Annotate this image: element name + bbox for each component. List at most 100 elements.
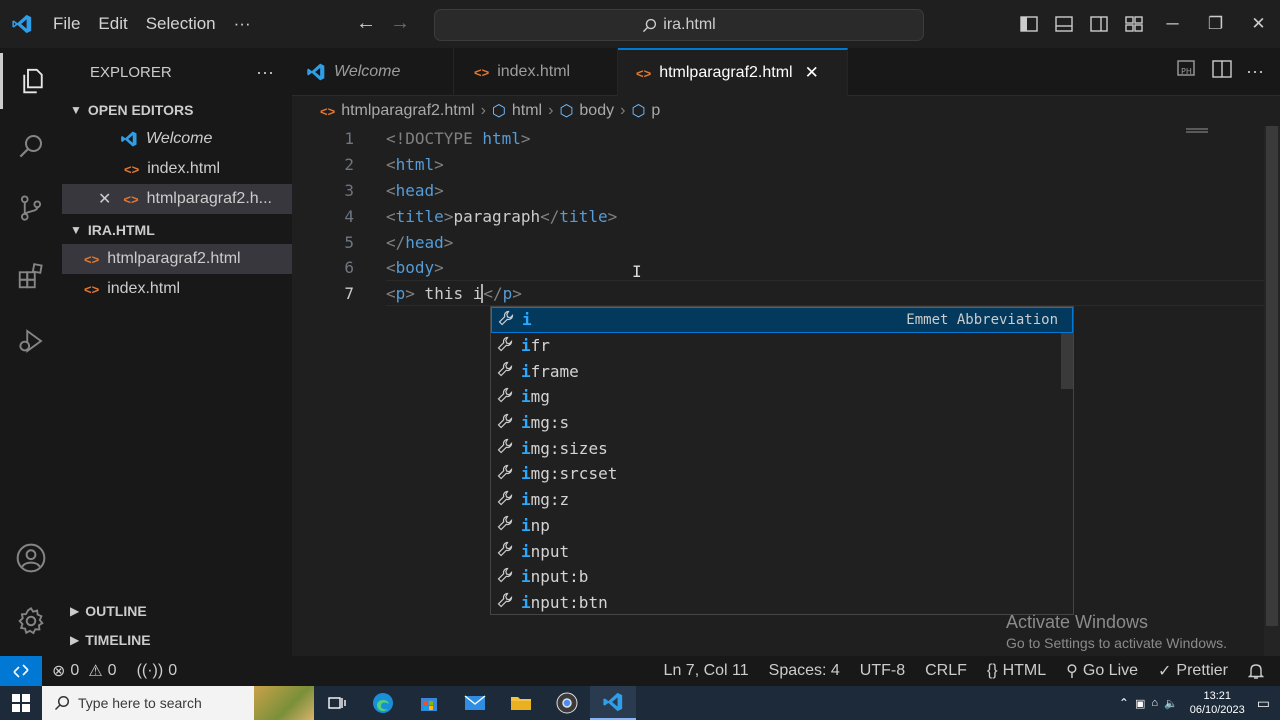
chrome-icon[interactable]	[544, 686, 590, 720]
preview-icon[interactable]: PH	[1176, 59, 1198, 84]
back-arrow-icon[interactable]: ←	[356, 12, 376, 35]
mail-icon[interactable]	[452, 686, 498, 720]
suggestion-item[interactable]: img	[491, 384, 1073, 410]
tab-htmlparagraf2[interactable]: <> htmlparagraf2.html ✕	[618, 48, 848, 96]
open-editor-welcome[interactable]: Welcome	[62, 124, 292, 154]
cube-icon: ⬡	[491, 103, 506, 120]
close-icon[interactable]: ✕	[98, 189, 111, 209]
suggestion-item[interactable]: img:s	[491, 410, 1073, 436]
run-debug-icon[interactable]	[0, 313, 62, 369]
notification-center-icon[interactable]: ▭	[1257, 695, 1270, 712]
cursor-position[interactable]: Ln 7, Col 11	[654, 662, 759, 680]
restore-button[interactable]: ❐	[1194, 14, 1237, 34]
open-editor-index[interactable]: <> index.html	[62, 154, 292, 184]
menu-edit[interactable]: Edit	[89, 0, 136, 48]
problems-indicator[interactable]: ⊗ 0 ⚠ 0	[42, 661, 127, 681]
edge-browser-icon[interactable]	[360, 686, 406, 720]
menu-file[interactable]: File	[44, 0, 89, 48]
notifications-bell-icon[interactable]	[1238, 662, 1280, 680]
suggestion-item[interactable]: iframe	[491, 358, 1073, 384]
windows-start-icon[interactable]	[0, 694, 42, 712]
folder-section[interactable]: ▼ IRA.HTML	[62, 216, 292, 244]
chevron-up-icon[interactable]: ⌃	[1119, 696, 1129, 710]
minimize-button[interactable]: ─	[1151, 14, 1194, 34]
split-editor-icon[interactable]	[1212, 60, 1232, 83]
prettier-label: Prettier	[1176, 662, 1228, 679]
language-label: HTML	[1002, 662, 1047, 679]
prettier-button[interactable]: ✓ Prettier	[1148, 661, 1238, 681]
breadcrumb-html[interactable]: html	[512, 102, 542, 120]
warning-icon: ⚠	[88, 663, 103, 680]
tab-welcome[interactable]: Welcome	[292, 48, 454, 96]
suggestion-match: i	[521, 490, 531, 510]
more-actions-icon[interactable]: ···	[1246, 61, 1264, 82]
encoding[interactable]: UTF-8	[850, 662, 915, 680]
breadcrumb-body[interactable]: body	[579, 102, 614, 120]
close-window-button[interactable]: ✕	[1237, 14, 1280, 34]
wrench-icon	[497, 541, 513, 561]
language-mode[interactable]: {} HTML	[977, 662, 1056, 680]
vscode-logo-icon	[307, 63, 325, 81]
suggestion-item[interactable]: input	[491, 538, 1073, 564]
toggle-panel-icon[interactable]	[1046, 16, 1081, 32]
code-text: <body>	[386, 258, 444, 278]
go-live-button[interactable]: ⚲ Go Live	[1056, 661, 1148, 681]
settings-gear-icon[interactable]	[0, 593, 62, 649]
taskbar-clock[interactable]: 13:21 06/10/2023	[1184, 689, 1251, 717]
meet-now-icon[interactable]: ▣	[1135, 697, 1145, 710]
suggestion-item[interactable]: i Emmet Abbreviation	[491, 307, 1073, 333]
file-explorer-icon[interactable]	[498, 686, 544, 720]
suggestion-item[interactable]: input:btn	[491, 590, 1073, 616]
code-text: <title>paragraph</title>	[386, 206, 618, 226]
taskbar-search-box[interactable]: Type here to search	[42, 686, 314, 720]
command-center-search[interactable]: ira.html	[434, 9, 924, 41]
tab-label: htmlparagraf2.html	[659, 64, 793, 81]
suggestion-item[interactable]: img:z	[491, 487, 1073, 513]
suggestion-match: i	[522, 310, 532, 330]
open-editors-section[interactable]: ▼ OPEN EDITORS	[62, 96, 292, 124]
open-editor-htmlparagraf2[interactable]: ✕ <> htmlparagraf2.h...	[62, 184, 292, 214]
menu-selection[interactable]: Selection	[137, 0, 225, 48]
menu-more[interactable]: ···	[225, 0, 260, 48]
ports-indicator[interactable]: ((·)) 0	[127, 662, 188, 680]
editor-scrollbar[interactable]	[1264, 126, 1280, 656]
outline-section[interactable]: ▶ OUTLINE	[62, 597, 147, 625]
tab-close-icon[interactable]: ✕	[805, 63, 819, 83]
vscode-taskbar-icon[interactable]	[590, 686, 636, 720]
network-icon[interactable]: ⌂	[1151, 697, 1158, 709]
forward-arrow-icon[interactable]: →	[390, 12, 410, 35]
microsoft-store-icon[interactable]	[406, 686, 452, 720]
remote-indicator-icon[interactable]	[0, 656, 42, 686]
accounts-icon[interactable]	[0, 530, 62, 586]
search-icon	[54, 695, 70, 711]
source-control-icon[interactable]	[0, 180, 62, 236]
file-htmlparagraf2[interactable]: <> htmlparagraf2.html	[62, 244, 292, 274]
volume-icon[interactable]: 🔈	[1164, 697, 1178, 710]
suggestion-item[interactable]: inp	[491, 513, 1073, 539]
file-index[interactable]: <> index.html	[62, 274, 292, 304]
explorer-more-actions[interactable]: ···	[256, 62, 274, 83]
extensions-icon[interactable]	[0, 248, 62, 304]
suggestion-item[interactable]: img:sizes	[491, 435, 1073, 461]
suggestion-match: i	[521, 541, 531, 561]
explorer-sidebar: EXPLORER ··· ▼ OPEN EDITORS Welcome <> i…	[62, 48, 292, 656]
breadcrumb: <> htmlparagraf2.html › ⬡ html › ⬡ body …	[292, 96, 1280, 126]
suggestion-item[interactable]: ifr	[491, 333, 1073, 359]
scrollbar-thumb[interactable]	[1266, 126, 1278, 626]
task-view-icon[interactable]	[314, 686, 360, 720]
customize-layout-icon[interactable]	[1116, 16, 1151, 32]
tab-index[interactable]: <> index.html	[454, 48, 618, 96]
suggestion-item[interactable]: input:b	[491, 564, 1073, 590]
search-icon[interactable]	[0, 118, 62, 174]
suggestion-match: i	[521, 387, 531, 407]
toggle-primary-sidebar-icon[interactable]	[1011, 16, 1046, 32]
indentation[interactable]: Spaces: 4	[759, 662, 850, 680]
end-of-line[interactable]: CRLF	[915, 662, 977, 680]
system-tray: ⌃ ▣ ⌂ 🔈 13:21 06/10/2023 ▭	[1119, 689, 1280, 717]
breadcrumb-file[interactable]: htmlparagraf2.html	[341, 102, 474, 120]
toggle-secondary-sidebar-icon[interactable]	[1081, 16, 1116, 32]
breadcrumb-p[interactable]: p	[651, 102, 660, 120]
timeline-section[interactable]: ▶ TIMELINE	[62, 626, 151, 654]
suggestion-item[interactable]: img:srcset	[491, 461, 1073, 487]
explorer-icon[interactable]	[0, 53, 62, 109]
